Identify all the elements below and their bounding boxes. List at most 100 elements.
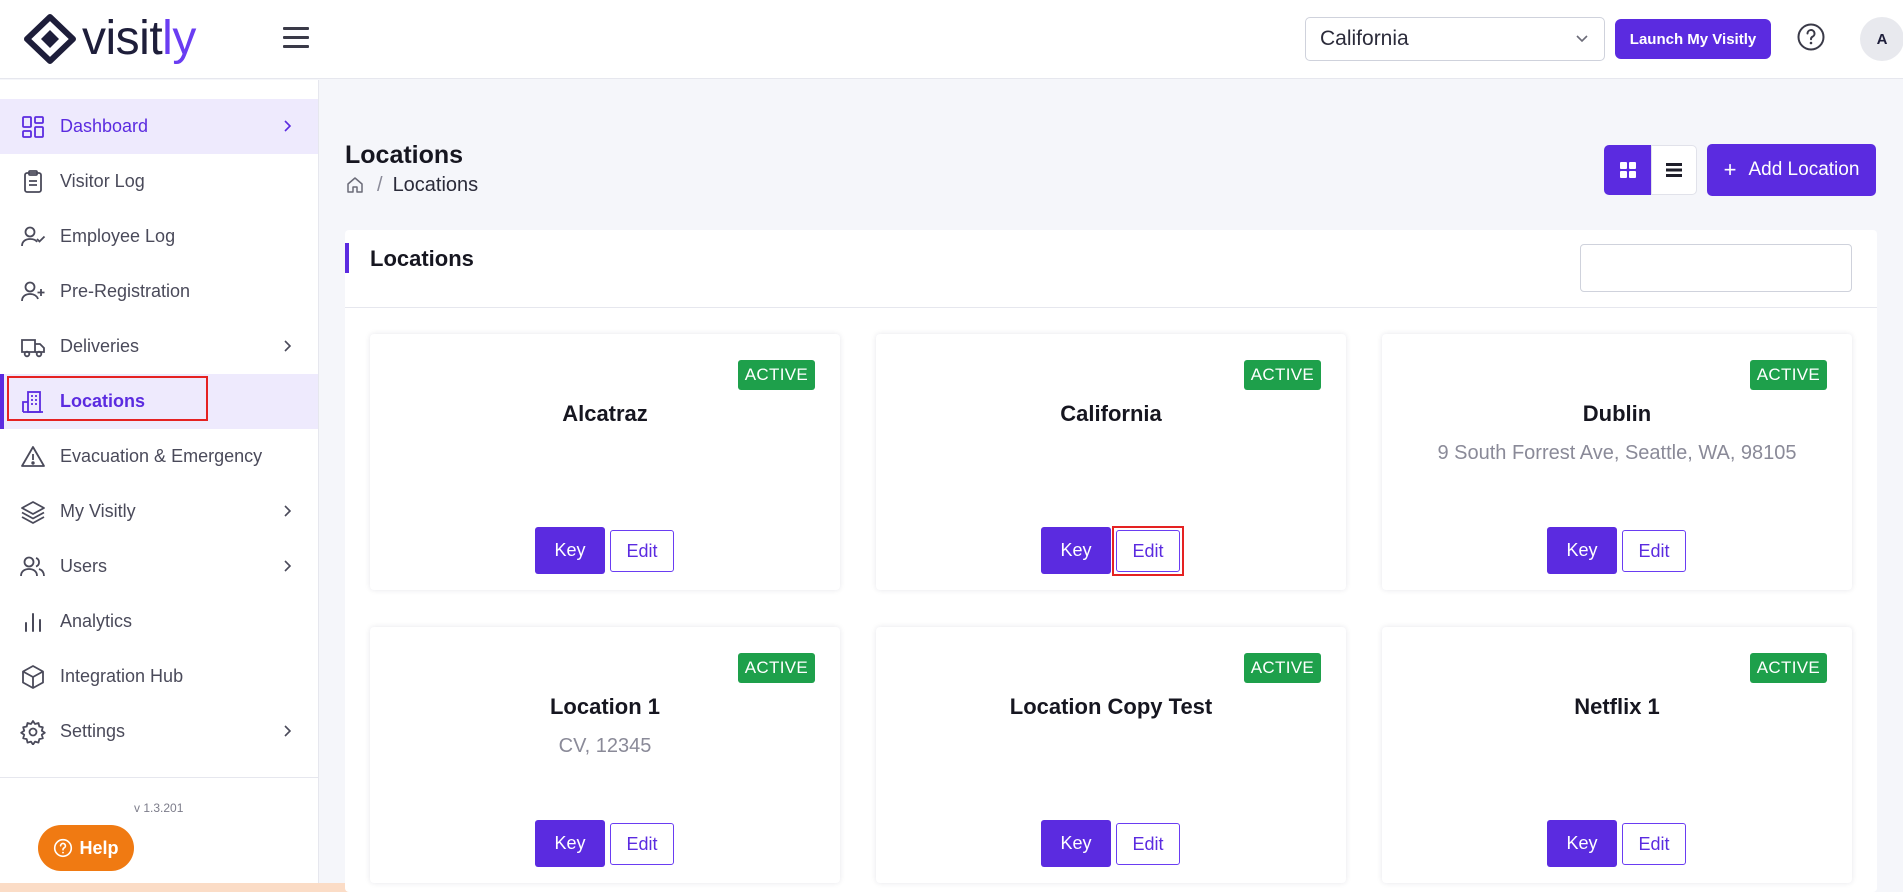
help-circle-icon[interactable] — [1796, 22, 1826, 52]
sidebar-item-label: Analytics — [60, 611, 133, 631]
chevron-right-icon — [284, 120, 292, 132]
search-input[interactable] — [1580, 244, 1852, 292]
sidebar-item-employee-log[interactable]: Employee Log — [0, 209, 318, 264]
location-card: ACTIVE Dublin 9 South Forrest Ave, Seatt… — [1382, 334, 1852, 590]
sidebar-item-settings[interactable]: Settings — [0, 704, 318, 759]
sidebar-item-label: My Visitly — [60, 501, 136, 521]
location-name: California — [1060, 401, 1162, 426]
bar-chart-icon — [25, 612, 41, 632]
status-badge: ACTIVE — [737, 653, 815, 683]
location-name: Dublin — [1582, 401, 1652, 426]
page-title: Locations — [345, 141, 464, 169]
user-avatar[interactable]: A — [1860, 17, 1903, 61]
user-check-icon — [21, 226, 46, 246]
sidebar-item-label: Deliveries — [60, 336, 140, 356]
edit-button[interactable]: Edit — [1622, 823, 1686, 865]
location-name: Location 1 — [549, 694, 660, 719]
edit-button[interactable]: Edit — [1116, 530, 1180, 572]
location-address: 9 South Forrest Ave, Seattle, WA, 98105 — [1437, 442, 1797, 464]
logo-text: visitly — [82, 12, 196, 65]
add-location-label: Add Location — [1748, 159, 1860, 180]
location-card: ACTIVE California Key Edit — [876, 334, 1346, 590]
panel-accent-bar — [345, 243, 349, 273]
panel-header: Locations — [345, 230, 1877, 308]
warning-icon — [21, 445, 45, 467]
location-name: Alcatraz — [562, 401, 648, 426]
status-badge: ACTIVE — [1243, 653, 1321, 683]
sidebar-item-label: Employee Log — [60, 226, 176, 246]
sidebar-item-users[interactable]: Users — [0, 539, 318, 594]
layers-icon — [21, 500, 45, 524]
chevron-down-icon — [1576, 35, 1588, 43]
dashboard-icon — [22, 115, 44, 138]
sidebar-item-label: Pre-Registration — [60, 281, 191, 301]
sidebar-item-label: Users — [60, 556, 108, 576]
location-card: ACTIVE Netflix 1 Key Edit — [1382, 627, 1852, 883]
status-badge: ACTIVE — [737, 360, 815, 390]
list-view-button[interactable] — [1651, 145, 1697, 195]
location-card: ACTIVE Alcatraz Key Edit — [370, 334, 840, 590]
breadcrumb-current: Locations — [392, 173, 479, 196]
status-badge: ACTIVE — [1243, 360, 1321, 390]
clipboard-icon — [24, 169, 42, 193]
launch-my-visitly-button[interactable]: Launch My Visitly — [1615, 19, 1771, 59]
app-version: v 1.3.201 — [134, 801, 184, 815]
location-select-value: California — [1320, 27, 1409, 50]
grid-icon — [1619, 162, 1636, 178]
sidebar-item-label: Evacuation & Emergency — [60, 446, 263, 466]
truck-icon — [21, 338, 45, 357]
users-icon — [20, 556, 45, 576]
home-icon[interactable] — [345, 175, 365, 195]
sidebar-item-locations[interactable]: Locations — [0, 374, 318, 429]
sidebar-item-integration-hub[interactable]: Integration Hub — [0, 649, 318, 704]
location-card: ACTIVE Location 1 CV, 12345 Key Edit — [370, 627, 840, 883]
status-badge: ACTIVE — [1749, 653, 1827, 683]
sidebar-item-label: Integration Hub — [60, 666, 184, 686]
location-name: Location Copy Test — [1009, 694, 1213, 719]
key-button[interactable]: Key — [535, 820, 605, 867]
add-location-button[interactable]: + Add Location — [1707, 144, 1876, 196]
help-icon — [54, 838, 73, 858]
location-select[interactable]: California — [1305, 17, 1605, 61]
edit-button[interactable]: Edit — [610, 530, 674, 572]
plus-icon: + — [1723, 157, 1737, 182]
key-button[interactable]: Key — [535, 527, 605, 574]
location-address: CV, 12345 — [558, 735, 652, 757]
sidebar-divider — [0, 777, 318, 778]
key-button[interactable]: Key — [1547, 820, 1617, 867]
bottom-notification-strip — [0, 883, 354, 892]
sidebar-item-evacuation[interactable]: Evacuation & Emergency — [0, 429, 318, 484]
sidebar-item-pre-registration[interactable]: Pre-Registration — [0, 264, 318, 319]
menu-toggle-icon[interactable] — [283, 27, 309, 51]
top-header: visitly California Launch My Visitly A — [0, 0, 1903, 79]
sidebar-item-my-visitly[interactable]: My Visitly — [0, 484, 318, 539]
edit-button[interactable]: Edit — [1622, 530, 1686, 572]
logo-diamond-icon — [24, 14, 76, 64]
sidebar-item-dashboard[interactable]: Dashboard — [0, 99, 318, 154]
edit-button[interactable]: Edit — [610, 823, 674, 865]
edit-button[interactable]: Edit — [1116, 823, 1180, 865]
sidebar-item-analytics[interactable]: Analytics — [0, 594, 318, 649]
help-button[interactable]: Help — [38, 825, 134, 871]
location-card: ACTIVE Location Copy Test Key Edit — [876, 627, 1346, 883]
visitly-logo[interactable]: visitly — [24, 14, 196, 64]
chevron-right-icon — [284, 725, 292, 737]
key-button[interactable]: Key — [1041, 527, 1111, 574]
key-button[interactable]: Key — [1547, 527, 1617, 574]
grid-view-button[interactable] — [1604, 145, 1651, 195]
sidebar-item-label: Locations — [60, 391, 146, 411]
sidebar-item-visitor-log[interactable]: Visitor Log — [0, 154, 318, 209]
locations-panel: Locations ACTIVE Alcatraz Key Edit ACTIV… — [345, 230, 1877, 892]
chevron-right-icon — [284, 505, 292, 517]
help-button-label: Help — [79, 837, 119, 858]
key-button[interactable]: Key — [1041, 820, 1111, 867]
status-badge: ACTIVE — [1749, 360, 1827, 390]
sidebar-item-label: Settings — [60, 721, 126, 741]
sidebar-item-deliveries[interactable]: Deliveries — [0, 319, 318, 374]
gear-icon — [20, 719, 46, 745]
building-icon — [22, 390, 43, 413]
breadcrumb: / Locations — [345, 172, 478, 198]
sidebar-item-label: Dashboard — [60, 116, 149, 136]
sidebar-item-label: Visitor Log — [60, 171, 145, 191]
chevron-right-icon — [284, 340, 292, 352]
